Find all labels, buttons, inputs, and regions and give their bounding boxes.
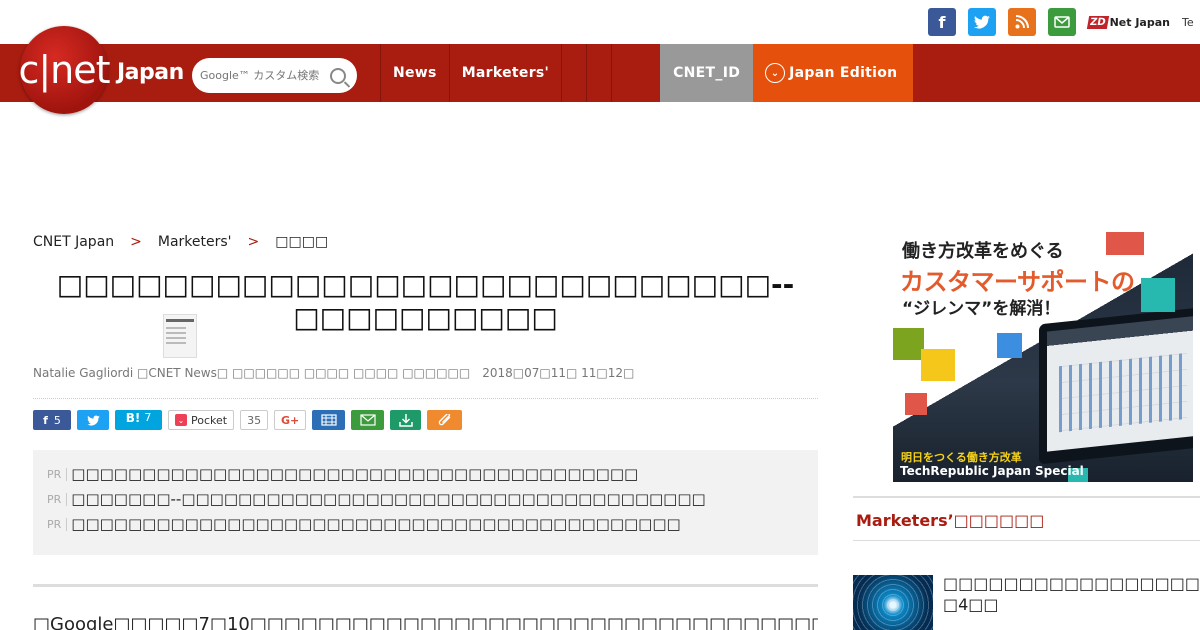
divider (33, 584, 818, 587)
pr-links: PR □□□□□□□□□□□□□□□□□□□□□□□□□□□□□□□□□□□□□… (33, 450, 818, 555)
pr-link-text[interactable]: □□□□□□□□□□□□□□□□□□□□□□□□□□□□□□□□□□□□□□□□… (71, 515, 680, 533)
hatena-icon: B! (125, 411, 141, 425)
twitter-icon[interactable] (968, 8, 996, 36)
pr-link[interactable]: PR □□□□□□□□□□□□□□□□□□□□□□□□□□□□□□□□□□□□□… (47, 515, 804, 533)
pr-link-text[interactable]: □□□□□□□--□□□□□□□□□□□□□□□□□□□□□□□□□□□□□□□… (71, 490, 705, 508)
search-input[interactable] (200, 69, 330, 82)
clip-button[interactable] (427, 410, 463, 430)
ad-headline: 働き方改革をめぐる (902, 241, 1064, 262)
article-byline: Natalie Gagliordi □CNET News□ □□□□□□ □□□… (33, 366, 634, 380)
sidebar-item-line: □□□□□□□□□□□□□□□□□□□□□□□□□□□□□□□□□□□□□□□□… (943, 574, 1200, 593)
logo-mark: c|net (18, 48, 110, 92)
techrepublic-link[interactable]: Te (1182, 16, 1194, 29)
pr-link-text[interactable]: □□□□□□□□□□□□□□□□□□□□□□□□□□□□□□□□□□□□□□□□ (71, 465, 638, 483)
article-body: □Google□□□□□7□10□□□□□□□□□□□□□□□□□□□□□□□□… (33, 614, 818, 630)
google-plus-button[interactable]: G+ (274, 410, 307, 430)
article-thumbnail[interactable] (163, 314, 197, 358)
facebook-icon[interactable]: f (928, 8, 956, 36)
nav-item-blank[interactable] (561, 44, 586, 102)
techrepublic-label: Te (1181, 15, 1194, 29)
social-links: f ZD Net Japan Te (928, 8, 1194, 36)
nav-item-marketers[interactable]: Marketers' (448, 44, 561, 102)
pr-link[interactable]: PR □□□□□□□--□□□□□□□□□□□□□□□□□□□□□□□□□□□□… (47, 490, 804, 508)
ad-headline: “ジレンマ”を解消！ (902, 299, 1061, 319)
divider (33, 398, 818, 399)
sidebar-ad[interactable]: 働き方改革をめぐる カスタマーサポートの “ジレンマ”を解消！ 明日をつくる働き… (893, 232, 1193, 482)
ad-caption: TechRepublic Japan Special (900, 464, 1084, 478)
facebook-icon: f (43, 413, 48, 427)
pocket-icon: ⌄ (175, 414, 187, 426)
email-share-button[interactable] (351, 410, 385, 430)
article-title: □□□□□□□□□□□□□□□□□□□□□□□□□□□--□□□□□□□□□□ (56, 268, 795, 334)
pr-tag: PR (47, 517, 68, 531)
twitter-share-button[interactable] (77, 410, 109, 430)
ad-decoration (1141, 278, 1175, 312)
hatena-count: 7 (144, 411, 152, 424)
zdnet-label: Net Japan (1109, 15, 1170, 29)
breadcrumb-separator: > (130, 234, 142, 250)
zdnet-japan-link[interactable]: ZD Net Japan (1086, 15, 1170, 29)
main-nav: News Marketers' CNET_ID ⌄ Japan Edition (380, 44, 914, 102)
nav-item-blank[interactable] (611, 44, 636, 102)
pocket-label: Pocket (191, 413, 228, 427)
nav-item-blank[interactable] (586, 44, 611, 102)
mail-icon[interactable] (1048, 8, 1076, 36)
article-body-text: □Google□□□□□7□10□□□□□□□□□□□□□□□□□□□□□□□□… (33, 614, 818, 630)
hatena-bookmark-button[interactable]: B! 7 (115, 410, 162, 430)
sidebar-heading: Marketers’□□□□□□ (856, 511, 1045, 530)
save-button[interactable] (390, 410, 422, 430)
ad-decoration (1106, 232, 1144, 255)
divider (853, 540, 1200, 541)
mail-icon (359, 414, 376, 426)
logo-edition-label: Japan (117, 60, 184, 85)
breadcrumb-item[interactable]: □□□□ (275, 234, 328, 250)
download-icon (398, 414, 413, 427)
search-icon[interactable] (330, 67, 346, 84)
print-button[interactable] (312, 410, 346, 430)
ad-decoration (905, 393, 927, 415)
edition-selector[interactable]: ⌄ Japan Edition (753, 44, 914, 102)
ad-decoration (893, 328, 924, 360)
article-date: 2018□07□11□ 11□12□ (482, 366, 635, 380)
edition-label: Japan Edition (789, 65, 898, 81)
ad-screen (1047, 315, 1193, 452)
pr-tag: PR (47, 492, 68, 506)
zdnet-badge: ZD (1086, 15, 1109, 29)
pocket-button[interactable]: ⌄ Pocket (168, 410, 235, 430)
cnet-logo[interactable]: c|net (18, 26, 111, 114)
ad-decoration (997, 333, 1022, 358)
twitter-icon (86, 415, 100, 426)
pocket-count: 35 (240, 410, 269, 430)
breadcrumb-item[interactable]: CNET Japan (33, 234, 114, 250)
nav-item-news[interactable]: News (380, 44, 449, 102)
top-bar: f ZD Net Japan Te (0, 0, 1200, 44)
search-box[interactable] (192, 58, 357, 93)
ad-laptop-image (1039, 307, 1193, 465)
breadcrumb: CNET Japan > Marketers' > □□□□ (33, 234, 328, 250)
breadcrumb-item[interactable]: Marketers' (158, 234, 232, 250)
chevron-down-icon: ⌄ (765, 63, 786, 83)
divider (853, 496, 1200, 498)
pr-tag: PR (47, 467, 68, 481)
cnet-id-button[interactable]: CNET_ID (660, 44, 754, 102)
rss-icon[interactable] (1008, 8, 1036, 36)
article-author: Natalie Gagliordi □CNET News□ □□□□□□ □□□… (33, 366, 471, 380)
ad-caption: 明日をつくる働き方改革 (901, 451, 1022, 464)
ad-decoration (921, 349, 955, 381)
sidebar-item-title[interactable]: □□□□□□□□□□□□□□□□□□□□□□□□□□□□□□□□□□□□□□□□… (943, 573, 1200, 615)
print-icon (320, 414, 337, 426)
sidebar-item-thumbnail[interactable] (853, 575, 933, 630)
ad-headline: カスタマーサポートの (900, 268, 1135, 296)
sidebar-item-line: □4□□ (943, 595, 999, 614)
facebook-share-count: 5 (53, 413, 61, 427)
facebook-share-button[interactable]: f 5 (33, 410, 71, 430)
pr-link[interactable]: PR □□□□□□□□□□□□□□□□□□□□□□□□□□□□□□□□□□□□□… (47, 465, 804, 483)
share-bar: f 5 B! 7 ⌄ Pocket 35 G+ (33, 410, 463, 430)
paperclip-icon (438, 414, 451, 426)
breadcrumb-separator: > (247, 234, 260, 250)
